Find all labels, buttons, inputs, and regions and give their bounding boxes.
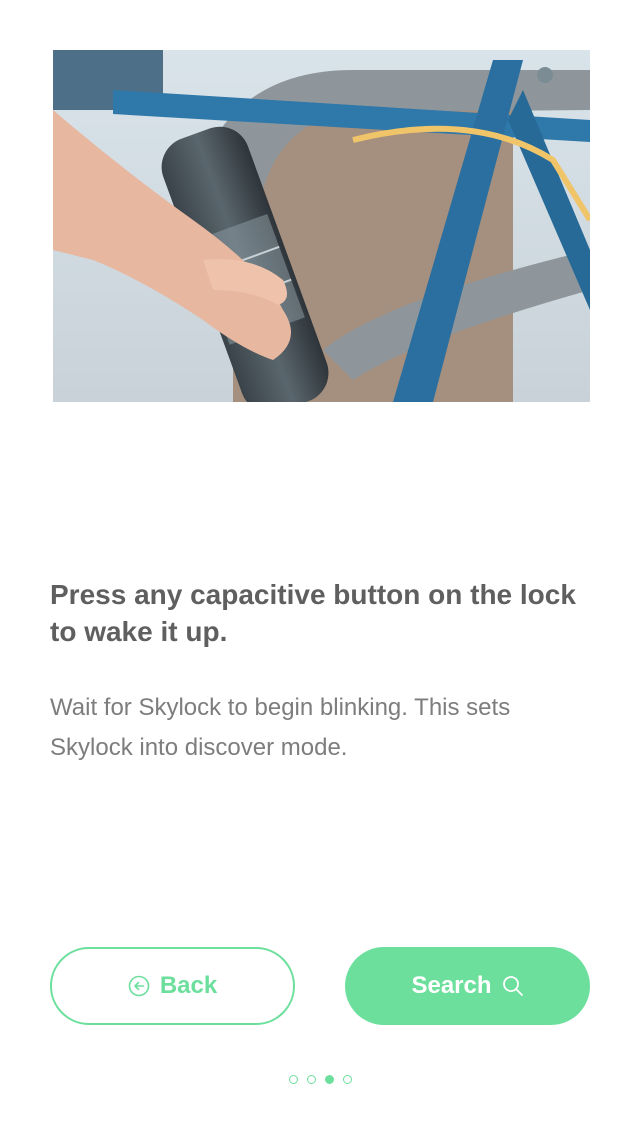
page-dot-active[interactable] xyxy=(324,1075,334,1084)
back-button-label: Back xyxy=(159,972,218,999)
back-button[interactable]: Back xyxy=(50,947,295,1025)
search-button-label: Search xyxy=(411,972,492,999)
page-dot[interactable] xyxy=(342,1075,352,1084)
page-dot[interactable] xyxy=(288,1075,298,1084)
lock-on-bike-photo xyxy=(53,50,590,402)
search-icon xyxy=(502,975,524,997)
hero-image xyxy=(53,50,590,402)
arrow-left-circle-icon xyxy=(128,975,150,997)
step-title: Press any capacitive button on the lock … xyxy=(50,579,576,647)
page-indicator xyxy=(0,1075,640,1084)
step-description: Wait for Skylock to begin blinking. This… xyxy=(50,694,511,761)
search-button[interactable]: Search xyxy=(345,947,590,1025)
page-dot[interactable] xyxy=(306,1075,316,1084)
